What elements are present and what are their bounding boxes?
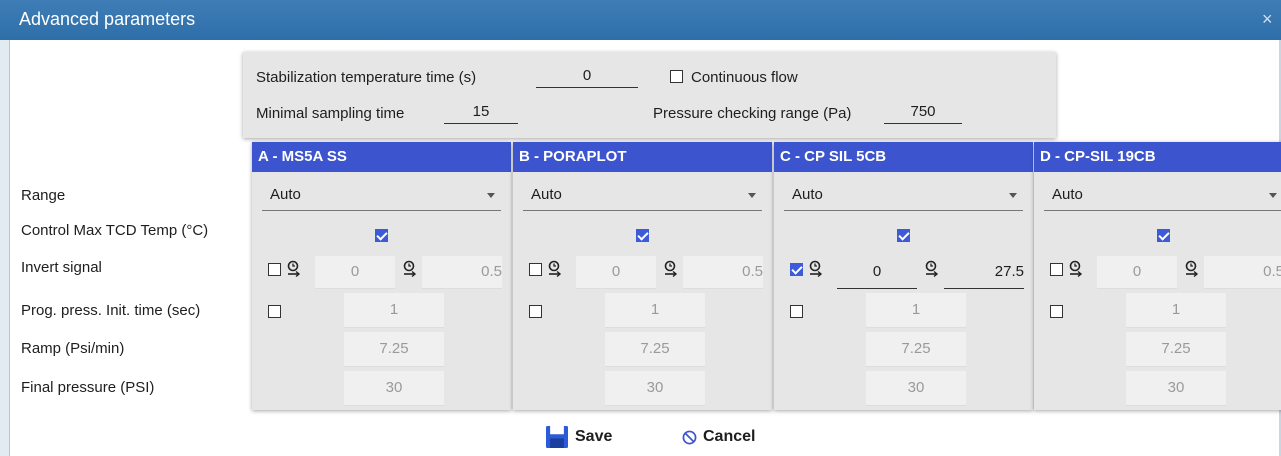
- row-label-invert: Invert signal: [21, 259, 102, 276]
- save-button[interactable]: Save: [545, 426, 612, 448]
- window-frame-left: [0, 40, 10, 456]
- minimal-sampling-label: Minimal sampling time: [256, 105, 405, 122]
- chevron-down-icon: [1009, 193, 1017, 198]
- control-tcd-checkbox[interactable]: [897, 229, 910, 242]
- range-select-value: Auto: [792, 186, 823, 203]
- end-time-icon: [664, 260, 678, 278]
- cancel-label: Cancel: [703, 428, 756, 445]
- title-bar: Advanced parameters ×: [0, 0, 1281, 40]
- range-select[interactable]: Auto: [1044, 180, 1281, 211]
- chevron-down-icon: [487, 193, 495, 198]
- row-label-control: Control Max TCD Temp (°C): [21, 222, 209, 239]
- stabilization-input[interactable]: 0: [536, 65, 638, 88]
- end-time-icon: [1185, 260, 1199, 278]
- column-header: A - MS5A SS: [252, 142, 511, 172]
- window-title: Advanced parameters: [19, 9, 196, 29]
- continuous-flow-label: Continuous flow: [691, 69, 798, 86]
- range-select-value: Auto: [531, 186, 562, 203]
- control-tcd-checkbox[interactable]: [375, 229, 388, 242]
- close-icon[interactable]: ×: [1262, 9, 1273, 30]
- ramp-input[interactable]: 7.25: [605, 332, 705, 367]
- range-select-value: Auto: [270, 186, 301, 203]
- invert-start-input[interactable]: 0: [1097, 256, 1177, 289]
- prog-press-input[interactable]: 1: [344, 293, 444, 328]
- start-time-icon: [1069, 260, 1083, 278]
- final-pressure-input[interactable]: 30: [866, 371, 966, 406]
- column-header: D - CP-SIL 19CB: [1034, 142, 1281, 172]
- final-pressure-input[interactable]: 30: [344, 371, 444, 406]
- prog-press-checkbox[interactable]: [1050, 305, 1063, 318]
- invert-signal-checkbox[interactable]: [790, 263, 803, 276]
- invert-end-input[interactable]: 0.5: [422, 256, 502, 289]
- pressure-range-label: Pressure checking range (Pa): [653, 105, 852, 122]
- save-label: Save: [575, 428, 613, 445]
- ramp-input[interactable]: 7.25: [866, 332, 966, 367]
- invert-signal-checkbox[interactable]: [1050, 263, 1063, 276]
- start-time-icon: [287, 260, 301, 278]
- invert-signal-checkbox[interactable]: [268, 263, 281, 276]
- end-time-icon: [925, 260, 939, 278]
- cancel-button[interactable]: Cancel: [682, 428, 755, 446]
- invert-start-input[interactable]: 0: [315, 256, 395, 289]
- invert-start-input[interactable]: 0: [837, 256, 917, 289]
- start-time-icon: [548, 260, 562, 278]
- final-pressure-input[interactable]: 30: [605, 371, 705, 406]
- column-d: D - CP-SIL 19CB Auto 0 0.5 1 7.25 30: [1034, 142, 1281, 410]
- prog-press-input[interactable]: 1: [605, 293, 705, 328]
- range-select[interactable]: Auto: [784, 180, 1023, 211]
- start-time-icon: [809, 260, 823, 278]
- chevron-down-icon: [748, 193, 756, 198]
- save-icon: [546, 426, 568, 448]
- prog-press-input[interactable]: 1: [866, 293, 966, 328]
- pressure-range-input[interactable]: 750: [884, 101, 962, 124]
- control-tcd-checkbox[interactable]: [1157, 229, 1170, 242]
- minimal-sampling-input[interactable]: 15: [444, 101, 518, 124]
- stabilization-label: Stabilization temperature time (s): [256, 69, 477, 86]
- cancel-icon: [682, 430, 697, 444]
- chevron-down-icon: [1269, 193, 1277, 198]
- global-settings-panel: Stabilization temperature time (s) 0 Con…: [243, 52, 1056, 138]
- row-label-range: Range: [21, 187, 66, 204]
- column-header: C - CP SIL 5CB: [774, 142, 1033, 172]
- column-header: B - PORAPLOT: [513, 142, 772, 172]
- control-tcd-checkbox[interactable]: [636, 229, 649, 242]
- prog-press-checkbox[interactable]: [790, 305, 803, 318]
- prog-press-checkbox[interactable]: [529, 305, 542, 318]
- invert-signal-checkbox[interactable]: [529, 263, 542, 276]
- row-label-ramp: Ramp (Psi/min): [21, 340, 125, 357]
- invert-end-input[interactable]: 0.5: [683, 256, 763, 289]
- range-select-value: Auto: [1052, 186, 1083, 203]
- continuous-flow-checkbox[interactable]: [670, 70, 683, 83]
- range-select[interactable]: Auto: [262, 180, 501, 211]
- final-pressure-input[interactable]: 30: [1126, 371, 1226, 406]
- row-label-prog: Prog. press. Init. time (sec): [21, 302, 201, 319]
- ramp-input[interactable]: 7.25: [1126, 332, 1226, 367]
- row-label-final: Final pressure (PSI): [21, 379, 155, 396]
- invert-end-input[interactable]: 27.5: [944, 256, 1024, 289]
- column-a: A - MS5A SS Auto 0 0.5 1 7.25 30: [252, 142, 511, 410]
- prog-press-checkbox[interactable]: [268, 305, 281, 318]
- prog-press-input[interactable]: 1: [1126, 293, 1226, 328]
- range-select[interactable]: Auto: [523, 180, 762, 211]
- invert-end-input[interactable]: 0.5: [1204, 256, 1281, 289]
- invert-start-input[interactable]: 0: [576, 256, 656, 289]
- column-b: B - PORAPLOT Auto 0 0.5 1 7.25 30: [513, 142, 772, 410]
- end-time-icon: [403, 260, 417, 278]
- ramp-input[interactable]: 7.25: [344, 332, 444, 367]
- column-c: C - CP SIL 5CB Auto 0 27.5 1 7.25 30: [774, 142, 1033, 410]
